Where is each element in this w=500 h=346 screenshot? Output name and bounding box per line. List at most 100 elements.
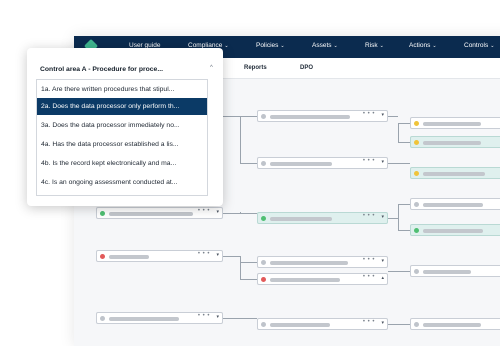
caret-down-icon[interactable]: ▾ xyxy=(381,258,384,264)
status-dot-icon xyxy=(414,322,419,327)
node-label-placeholder xyxy=(423,122,481,126)
node-label-placeholder xyxy=(109,255,149,259)
tree-connector xyxy=(388,271,410,272)
dropdown-option[interactable]: 4b. Is the record kept electronically an… xyxy=(37,155,207,172)
tree-node-highlighted[interactable] xyxy=(410,136,500,148)
dropdown-option-selected[interactable]: 2a. Does the data processor only perform… xyxy=(37,98,207,115)
tree-node[interactable]: • • • ▴ xyxy=(257,273,388,285)
node-label-placeholder xyxy=(270,261,348,265)
chevron-up-icon[interactable]: ^ xyxy=(210,65,213,71)
caret-up-icon[interactable]: ▴ xyxy=(381,275,384,281)
node-label-placeholder xyxy=(109,317,179,321)
dropdown-option[interactable]: 3a. Does the data processor immediately … xyxy=(37,117,207,134)
tree-connector xyxy=(240,116,257,117)
status-dot-icon xyxy=(100,316,105,321)
node-label-placeholder xyxy=(423,203,483,207)
tree-node-highlighted[interactable] xyxy=(410,167,500,179)
more-options-icon[interactable]: • • • xyxy=(363,319,375,325)
tree-node[interactable] xyxy=(410,117,500,129)
tree-node[interactable]: • • • ▾ xyxy=(257,318,388,330)
tree-connector xyxy=(398,204,410,205)
more-options-icon[interactable]: • • • xyxy=(363,274,375,280)
tree-node[interactable]: • • • ▾ xyxy=(96,207,223,219)
more-options-icon[interactable]: • • • xyxy=(198,313,210,319)
tab-dpo[interactable]: DPO xyxy=(300,65,313,71)
more-options-icon[interactable]: • • • xyxy=(363,158,375,164)
status-dot-icon xyxy=(261,216,266,221)
node-label-placeholder xyxy=(270,217,332,221)
node-label-placeholder xyxy=(423,323,481,327)
caret-down-icon[interactable]: ▾ xyxy=(381,214,384,220)
node-label-placeholder xyxy=(270,323,330,327)
node-label-placeholder xyxy=(270,278,340,282)
status-dot-icon xyxy=(414,171,419,176)
nav-policies[interactable]: Policies ⌄ xyxy=(256,42,285,49)
tree-node[interactable]: • • • ▾ xyxy=(96,312,223,324)
dropdown-selected-value[interactable]: Control area A - Procedure for proce... xyxy=(40,66,163,73)
node-label-placeholder xyxy=(423,270,471,274)
node-label-placeholder xyxy=(270,162,332,166)
tree-node[interactable] xyxy=(410,198,500,210)
nav-assets[interactable]: Assets ⌄ xyxy=(312,42,338,49)
tree-node[interactable] xyxy=(410,318,500,330)
tree-connector xyxy=(388,218,398,219)
status-dot-icon xyxy=(261,322,266,327)
chevron-down-icon: ⌄ xyxy=(379,43,384,49)
status-dot-icon xyxy=(414,121,419,126)
node-label-placeholder xyxy=(270,115,350,119)
chevron-down-icon: ⌄ xyxy=(280,43,285,49)
tree-connector xyxy=(388,163,410,164)
tree-node-highlighted[interactable]: • • • ▾ xyxy=(257,212,388,224)
status-dot-icon xyxy=(414,202,419,207)
status-dot-icon xyxy=(261,161,266,166)
tree-node-highlighted[interactable] xyxy=(410,224,500,236)
tree-node[interactable]: • • • ▾ xyxy=(96,250,223,262)
more-options-icon[interactable]: • • • xyxy=(198,208,210,214)
tab-reports[interactable]: Reports xyxy=(244,65,267,71)
tree-connector xyxy=(223,213,257,214)
more-options-icon[interactable]: • • • xyxy=(198,251,210,257)
node-label-placeholder xyxy=(423,141,481,145)
chevron-down-icon: ⌄ xyxy=(224,43,229,49)
tree-node[interactable] xyxy=(410,265,500,277)
tree-connector xyxy=(388,324,410,325)
node-label-placeholder xyxy=(423,229,483,233)
status-dot-icon xyxy=(261,277,266,282)
dropdown-option[interactable]: 4c. Is an ongoing assessment conducted a… xyxy=(37,174,207,191)
caret-down-icon[interactable]: ▾ xyxy=(381,320,384,326)
node-label-placeholder xyxy=(423,172,485,176)
chevron-down-icon: ⌄ xyxy=(333,43,338,49)
node-label-placeholder xyxy=(109,212,193,216)
tree-connector xyxy=(223,116,240,117)
tree-node[interactable]: • • • ▾ xyxy=(257,157,388,169)
tree-node[interactable]: • • • ▾ xyxy=(257,110,388,122)
dropdown-options-list: 1a. Are there written procedures that st… xyxy=(36,79,208,196)
nav-controls[interactable]: Controls ⌄ xyxy=(464,42,494,49)
status-dot-icon xyxy=(100,211,105,216)
tree-connector xyxy=(223,318,257,319)
nav-actions[interactable]: Actions ⌄ xyxy=(409,42,437,49)
tree-connector xyxy=(388,116,398,117)
tree-connector xyxy=(240,256,241,279)
more-options-icon[interactable]: • • • xyxy=(363,111,375,117)
caret-down-icon[interactable]: ▾ xyxy=(381,112,384,118)
tree-connector xyxy=(240,163,257,164)
tree-connector xyxy=(240,116,241,164)
nav-risk[interactable]: Risk ⌄ xyxy=(365,42,384,49)
caret-down-icon[interactable]: ▾ xyxy=(216,252,219,258)
more-options-icon[interactable]: • • • xyxy=(363,257,375,263)
caret-down-icon[interactable]: ▾ xyxy=(216,314,219,320)
control-area-dropdown[interactable]: Control area A - Procedure for proce... … xyxy=(27,48,223,206)
dropdown-option[interactable]: 1a. Are there written procedures that st… xyxy=(37,81,207,98)
tree-connector xyxy=(240,262,257,263)
status-dot-icon xyxy=(414,140,419,145)
dropdown-option[interactable]: 4a. Has the data processor established a… xyxy=(37,136,207,153)
caret-down-icon[interactable]: ▾ xyxy=(381,159,384,165)
caret-down-icon[interactable]: ▾ xyxy=(216,209,219,215)
more-options-icon[interactable]: • • • xyxy=(363,213,375,219)
tree-connector xyxy=(240,279,257,280)
tree-node[interactable]: • • • ▾ xyxy=(257,256,388,268)
tree-connector xyxy=(398,142,410,143)
tree-connector xyxy=(223,256,240,257)
tree-connector xyxy=(398,123,399,143)
